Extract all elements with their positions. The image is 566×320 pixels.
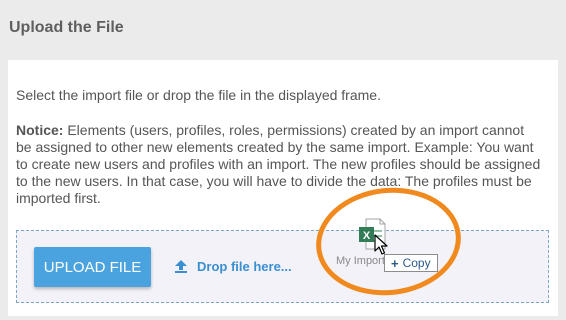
intro-text: Select the import file or drop the file … bbox=[16, 87, 381, 103]
notice-label: Notice: bbox=[16, 122, 64, 138]
upload-file-button[interactable]: Upload file bbox=[34, 247, 151, 287]
upload-arrow-icon bbox=[175, 260, 187, 273]
page-title: Upload the File bbox=[9, 19, 124, 36]
drop-zone[interactable]: Upload file Drop file here... bbox=[16, 230, 549, 303]
drop-hint-label: Drop file here... bbox=[197, 258, 292, 274]
notice-body: Elements (users, profiles, roles, permis… bbox=[16, 122, 541, 206]
notice-text: Notice: Elements (users, profiles, roles… bbox=[16, 122, 541, 207]
upload-panel: Select the import file or drop the file … bbox=[8, 60, 558, 316]
drop-hint[interactable]: Drop file here... bbox=[173, 258, 292, 274]
